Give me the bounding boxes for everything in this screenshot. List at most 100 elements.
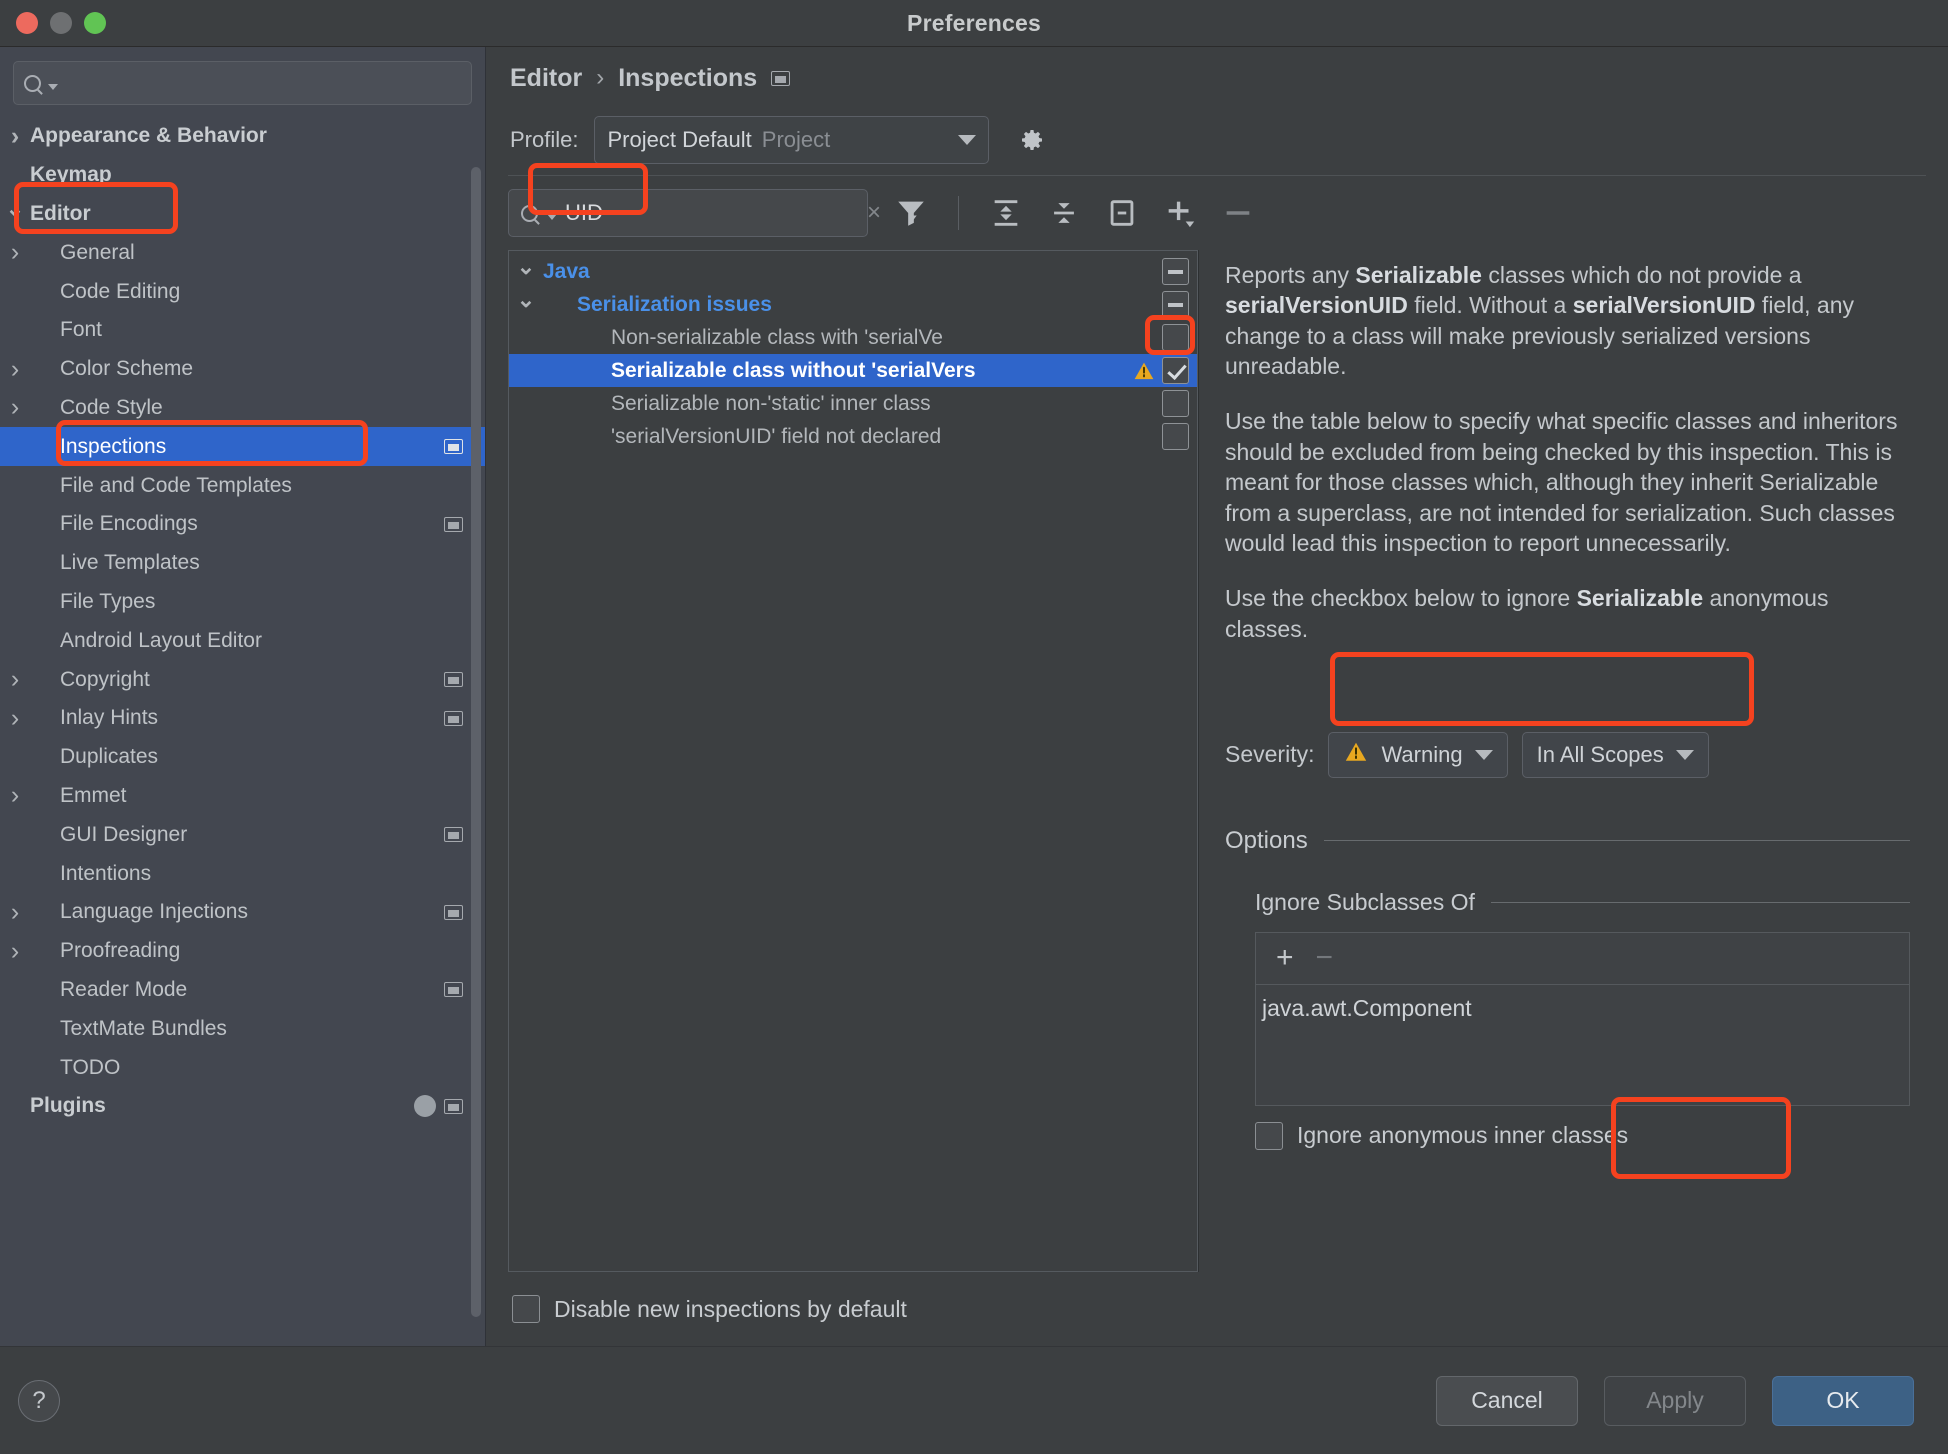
inspection-enabled-checkbox[interactable] [1162, 357, 1189, 384]
chevron-down-icon[interactable] [0, 202, 30, 225]
table-row[interactable]: java.awt.Component [1262, 995, 1909, 1022]
sidebar-item-color-scheme[interactable]: Color Scheme [0, 350, 485, 389]
ok-button[interactable]: OK [1772, 1375, 1914, 1426]
remove-icon[interactable] [1221, 196, 1255, 230]
inspection-enabled-checkbox[interactable] [1162, 258, 1189, 285]
chevron-right-icon[interactable] [0, 939, 30, 964]
inspection-label: Serialization issues [577, 292, 772, 316]
sidebar-item-live-templates[interactable]: Live Templates [0, 544, 485, 583]
sidebar-search-box[interactable] [13, 61, 472, 105]
warning-triangle-icon [1343, 740, 1369, 769]
inspection-tree-row[interactable]: Serializable class without 'serialVers [509, 354, 1197, 387]
sidebar-item-label: TODO [60, 1055, 121, 1079]
sidebar-item-label: Reader Mode [60, 977, 188, 1001]
chevron-right-icon[interactable] [0, 395, 30, 420]
inspection-tree-row[interactable]: Serialization issues [509, 288, 1197, 321]
clear-search-icon[interactable]: × [861, 199, 881, 227]
sidebar-item-label: Font [60, 318, 103, 342]
toggle-icon[interactable] [1105, 196, 1139, 230]
sidebar-item-file-types[interactable]: File Types [0, 583, 485, 622]
sidebar-item-plugins[interactable]: Plugins [0, 1087, 485, 1126]
chevron-down-icon [48, 83, 58, 90]
inspection-enabled-checkbox[interactable] [1162, 324, 1189, 351]
sidebar-item-editor[interactable]: Editor [0, 195, 485, 234]
chevron-right-icon[interactable] [0, 900, 30, 925]
inspection-enabled-checkbox[interactable] [1162, 291, 1189, 318]
window-icon [771, 70, 791, 86]
sidebar-item-appearance-behavior[interactable]: Appearance & Behavior [0, 117, 485, 156]
sidebar-item-emmet[interactable]: Emmet [0, 777, 485, 816]
sidebar-item-code-style[interactable]: Code Style [0, 389, 485, 428]
inspection-tree-row[interactable]: Serializable non-'static' inner class [509, 387, 1197, 420]
sidebar-item-code-editing[interactable]: Code Editing [0, 272, 485, 311]
sidebar-item-reader-mode[interactable]: Reader Mode [0, 971, 485, 1010]
sidebar-item-textmate-bundles[interactable]: TextMate Bundles [0, 1009, 485, 1048]
severity-level-dropdown[interactable]: Warning [1328, 731, 1508, 778]
profile-scope: Project [761, 127, 831, 152]
remove-row-button[interactable]: − [1316, 943, 1334, 973]
desc-text: field. Without a [1407, 292, 1573, 319]
preferences-dialog: Preferences Appearance & Behavior Keymap E… [0, 0, 1948, 1454]
gear-icon[interactable] [1017, 125, 1047, 155]
expand-all-icon[interactable] [989, 196, 1023, 230]
sidebar-item-label: Duplicates [60, 745, 159, 769]
chevron-right-icon[interactable] [0, 783, 30, 808]
collapse-all-icon[interactable] [1047, 196, 1081, 230]
chevron-right-icon[interactable] [0, 124, 30, 149]
chevron-right-icon[interactable] [0, 667, 30, 692]
sidebar-item-inlay-hints[interactable]: Inlay Hints [0, 699, 485, 738]
sidebar-item-file-and-code-templates[interactable]: File and Code Templates [0, 466, 485, 505]
sidebar-item-font[interactable]: Font [0, 311, 485, 350]
sidebar-item-inspections[interactable]: Inspections [0, 427, 485, 467]
disable-new-inspections-checkbox[interactable] [512, 1295, 540, 1323]
sidebar-item-gui-designer[interactable]: GUI Designer [0, 815, 485, 854]
add-icon[interactable] [1163, 196, 1197, 230]
inspection-tree-row[interactable]: Non-serializable class with 'serialVe [509, 321, 1197, 354]
add-row-button[interactable]: + [1276, 943, 1294, 973]
desc-text: classes which do not provide a [1481, 262, 1802, 288]
help-button[interactable]: ? [18, 1379, 60, 1422]
chevron-right-icon[interactable] [0, 357, 30, 382]
filter-icon[interactable] [894, 196, 928, 230]
inspection-search-input[interactable] [565, 200, 853, 226]
sidebar-item-general[interactable]: General [0, 233, 485, 272]
inspection-search-box[interactable]: × [508, 189, 881, 237]
sidebar-item-todo[interactable]: TODO [0, 1048, 485, 1087]
profile-label: Profile: [510, 127, 579, 152]
sidebar-item-android-layout-editor[interactable]: Android Layout Editor [0, 621, 485, 660]
chevron-down-icon[interactable] [509, 260, 543, 284]
sidebar-item-language-injections[interactable]: Language Injections [0, 893, 485, 932]
sidebar-item-file-encodings[interactable]: File Encodings [0, 505, 485, 544]
disable-new-inspections-row[interactable]: Disable new inspections by default [508, 1272, 1926, 1346]
desc-text: Reports any [1225, 262, 1356, 288]
ignore-anonymous-checkbox-row[interactable]: Ignore anonymous inner classes [1255, 1121, 1910, 1150]
sidebar-item-copyright[interactable]: Copyright [0, 660, 485, 699]
sidebar-item-proofreading[interactable]: Proofreading [0, 932, 485, 971]
sidebar-item-label: Plugins [30, 1094, 106, 1118]
sidebar-item-label: File Encodings [60, 512, 198, 536]
ignore-anonymous-checkbox[interactable] [1255, 1121, 1283, 1150]
sidebar-search-input[interactable] [64, 72, 461, 94]
chevron-down-icon[interactable] [509, 293, 543, 317]
sidebar-item-label: Code Style [60, 395, 163, 419]
apply-button[interactable]: Apply [1604, 1375, 1746, 1426]
description-paragraph-3: Use the checkbox below to ignore Seriali… [1225, 583, 1910, 644]
desc-bold: Serializable [1576, 585, 1704, 612]
severity-scope-dropdown[interactable]: In All Scopes [1521, 731, 1709, 778]
chevron-right-icon[interactable] [0, 240, 30, 265]
inspection-enabled-checkbox[interactable] [1162, 390, 1189, 417]
profile-name: Project Default [607, 127, 752, 152]
chevron-right-icon[interactable] [0, 706, 30, 731]
breadcrumb-root[interactable]: Editor [510, 64, 582, 93]
sidebar-item-intentions[interactable]: Intentions [0, 854, 485, 893]
sidebar-scrollbar[interactable] [471, 167, 481, 1317]
inspection-label: 'serialVersionUID' field not declared [611, 424, 942, 448]
inspection-tree-row[interactable]: Java [509, 255, 1197, 288]
sidebar-item-duplicates[interactable]: Duplicates [0, 738, 485, 777]
inspection-enabled-checkbox[interactable] [1162, 423, 1189, 450]
inspection-tree-row[interactable]: 'serialVersionUID' field not declared [509, 420, 1197, 453]
profile-dropdown[interactable]: Project Default Project [594, 116, 990, 164]
sidebar-item-keymap[interactable]: Keymap [0, 156, 485, 195]
cancel-button[interactable]: Cancel [1436, 1375, 1578, 1426]
sidebar-item-label: Inlay Hints [60, 706, 159, 730]
